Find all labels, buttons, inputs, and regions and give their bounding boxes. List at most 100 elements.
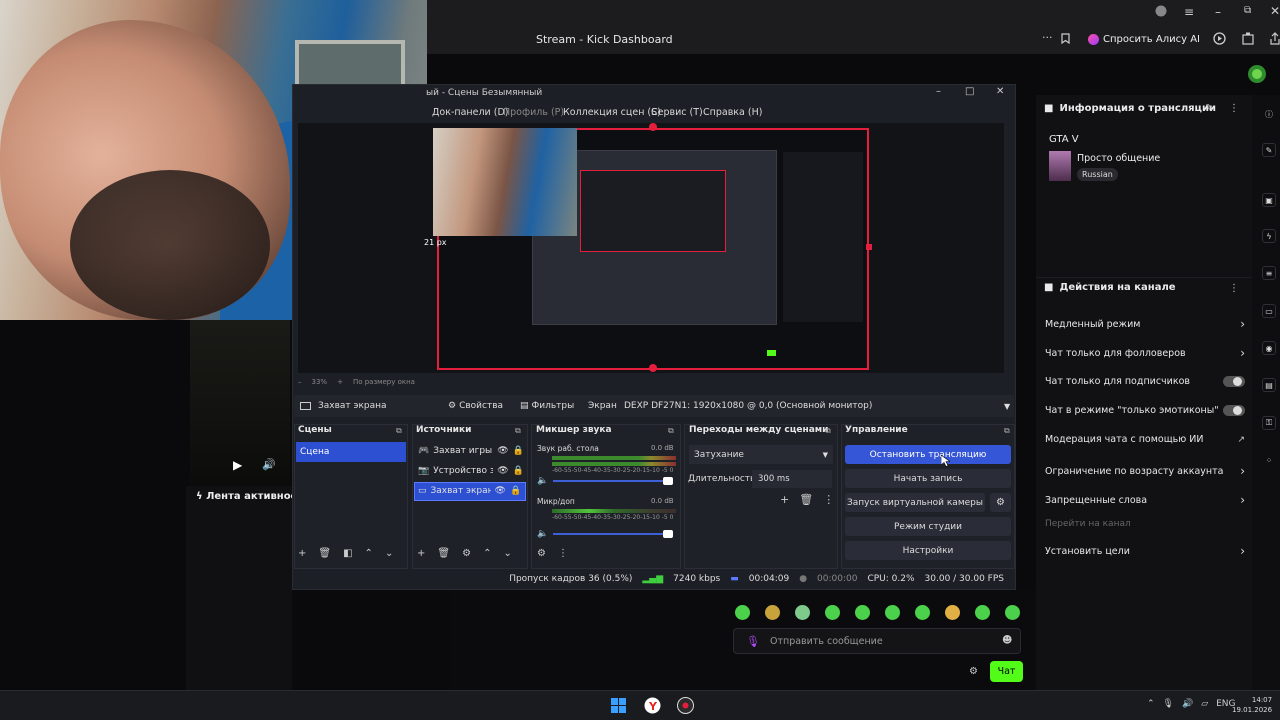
broadcast-icon[interactable]: ◉ [1262, 341, 1276, 355]
chat-message-input[interactable]: 🎙 Отправить сообщение [733, 628, 1021, 654]
lightning-icon[interactable]: ϟ [1262, 229, 1276, 243]
emotes-only-toggle[interactable] [1223, 405, 1245, 416]
option-followers-only[interactable]: Чат только для фолловеров › [1045, 346, 1245, 360]
menu-icon[interactable]: ≡ [1184, 5, 1194, 19]
monitor-select[interactable]: DEXP DF27N1: 1920x1080 @ 0,0 (Основной м… [624, 401, 1004, 411]
stop-streaming-button[interactable]: Остановить трансляцию [845, 445, 1011, 464]
arrow-up-icon[interactable]: ⌃ [365, 548, 373, 559]
trash-icon[interactable]: 🗑 [437, 548, 450, 559]
obs-menu-help[interactable]: Справка (H) [703, 107, 762, 118]
emote-icon[interactable] [885, 605, 900, 620]
zoom-fit-label[interactable]: По размеру окна [353, 378, 415, 386]
profile-icon[interactable] [1155, 5, 1167, 17]
emote-icon[interactable] [915, 605, 930, 620]
trash-icon[interactable]: 🗑 [318, 548, 331, 559]
extensions-icon[interactable] [1242, 32, 1255, 45]
volume-slider[interactable] [553, 533, 665, 535]
more-icon[interactable]: ··· [1042, 31, 1053, 44]
option-account-age[interactable]: Ограничение по возрасту аккаунта › [1045, 464, 1245, 478]
stream-info-menu-icon[interactable]: ⋮ [1229, 103, 1239, 114]
obs-menu-scene-collection[interactable]: Коллекция сцен (S) [563, 107, 661, 118]
settings-icon[interactable]: ⚙ [537, 548, 546, 559]
taskbar-clock[interactable]: 14:07 19.01.2026 [1232, 695, 1272, 715]
add-icon[interactable]: + [298, 548, 306, 559]
emote-icon[interactable] [825, 605, 840, 620]
tray-mic-icon[interactable]: 🎙 [1163, 699, 1174, 709]
emote-icon[interactable] [855, 605, 870, 620]
media-icon[interactable] [1213, 32, 1226, 45]
option-set-goals[interactable]: Установить цели › [1045, 544, 1245, 558]
undock-icon[interactable]: ⧉ [668, 426, 674, 436]
clip-icon[interactable]: ▣ [1262, 193, 1276, 207]
edit-icon[interactable]: ✎ [1262, 143, 1276, 157]
zoom-out-icon[interactable]: – [298, 378, 302, 386]
list-icon[interactable]: ≡ [1262, 266, 1276, 280]
lock-icon[interactable]: 🔒 [513, 466, 524, 476]
emoji-icon[interactable]: ☻ [1002, 635, 1012, 646]
obs-minimize-icon[interactable]: – [936, 86, 941, 97]
transition-select[interactable]: Затухание ▼ [689, 445, 833, 464]
option-slow-mode[interactable]: Медленный режим › [1045, 317, 1245, 331]
obs-menu-docks[interactable]: Док-панели (D) [432, 107, 508, 118]
add-icon[interactable]: + [780, 493, 789, 506]
restore-icon[interactable]: ⧉ [1244, 5, 1251, 16]
eye-icon[interactable]: 👁 [497, 446, 508, 456]
minimize-icon[interactable]: – [1215, 5, 1221, 19]
share-icon[interactable] [1270, 32, 1280, 45]
option-ai-moderation[interactable]: Модерация чата с помощью ИИ ↗ [1045, 434, 1245, 445]
undock-icon[interactable]: ⧉ [396, 426, 402, 436]
obs-close-icon[interactable]: ✕ [996, 86, 1004, 97]
resize-handle-bottom[interactable] [649, 364, 657, 372]
undock-icon[interactable]: ⧉ [515, 426, 521, 436]
yandex-browser-icon[interactable]: Y [644, 697, 661, 714]
undock-icon[interactable]: ⧉ [1004, 426, 1010, 436]
undock-icon[interactable]: ⧉ [825, 426, 831, 436]
chat-settings-icon[interactable]: ⚙ [969, 666, 978, 677]
scene-item[interactable]: Сцена [296, 442, 406, 462]
emote-icon[interactable] [945, 605, 960, 620]
apps-icon[interactable]: ⁘ [1262, 453, 1276, 467]
monitor-icon[interactable]: ▤ [1262, 378, 1276, 392]
channel-actions-menu-icon[interactable]: ⋮ [1229, 283, 1239, 294]
eye-icon[interactable]: 👁 [497, 466, 508, 476]
speaker-icon[interactable]: 🔈 [537, 476, 548, 486]
properties-button[interactable]: ⚙ Свойства [448, 401, 518, 411]
close-icon[interactable]: ✕ [1270, 4, 1280, 18]
chevron-down-icon[interactable]: ▼ [1004, 402, 1010, 411]
arrow-down-icon[interactable]: ⌄ [503, 548, 511, 559]
volume-slider[interactable] [553, 480, 665, 482]
play-icon[interactable]: ▶ [233, 458, 242, 472]
emote-icon[interactable] [975, 605, 990, 620]
arrow-up-icon[interactable]: ⌃ [483, 548, 491, 559]
more-icon[interactable]: ⋮ [823, 493, 834, 506]
info-icon[interactable]: ⓘ [1262, 107, 1276, 121]
emote-icon[interactable] [795, 605, 810, 620]
lock-icon[interactable]: 🔒 [513, 446, 524, 456]
obs-taskbar-icon[interactable] [677, 697, 694, 714]
emote-icon[interactable] [735, 605, 750, 620]
source-item[interactable]: 🎮 Захват игры 👁 🔒 [418, 446, 526, 456]
edit-stream-icon[interactable]: ✎ [1205, 103, 1213, 114]
eye-icon[interactable]: 👁 [495, 486, 506, 496]
resize-handle-right[interactable] [866, 244, 872, 250]
bookmark-icon[interactable] [1061, 33, 1070, 44]
chat-send-button[interactable]: Чат [990, 661, 1023, 682]
go-to-channel-link[interactable]: Перейти на канал [1045, 519, 1245, 529]
resize-handle-top[interactable] [649, 123, 657, 131]
zoom-in-icon[interactable]: + [337, 378, 343, 386]
more-icon[interactable]: ⋮ [558, 548, 568, 559]
arrow-down-icon[interactable]: ⌄ [385, 548, 393, 559]
start-virtual-camera-button[interactable]: Запуск виртуальной камеры [845, 493, 985, 512]
obs-menu-profile[interactable]: Профиль (P) [503, 107, 564, 118]
emote-icon[interactable] [765, 605, 780, 620]
microphone-icon[interactable]: 🎙 [746, 635, 760, 648]
kick-avatar-icon[interactable] [1247, 64, 1267, 84]
key-icon[interactable]: ⚿ [1262, 416, 1276, 430]
tray-volume-icon[interactable]: 🔊 [1182, 699, 1193, 709]
add-icon[interactable]: + [417, 548, 425, 559]
settings-button[interactable]: Настройки [845, 541, 1011, 560]
studio-mode-button[interactable]: Режим студии [845, 517, 1011, 536]
filter-icon[interactable]: ◧ [343, 548, 352, 559]
subscribers-only-toggle[interactable] [1223, 376, 1245, 387]
volume-slider-thumb[interactable] [663, 477, 673, 485]
